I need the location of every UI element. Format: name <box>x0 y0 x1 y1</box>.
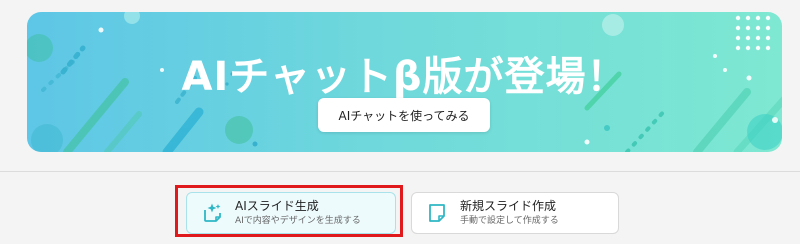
sparkle-document-icon <box>204 203 221 222</box>
try-ai-chat-button[interactable]: AIチャットを使ってみる <box>318 98 490 132</box>
section-divider <box>0 171 800 172</box>
banner-title: AIチャットβ版が登場！ <box>181 54 628 100</box>
ai-slide-generate-option[interactable]: AIスライド生成 AIで内容やデザインを生成する <box>186 192 396 234</box>
new-slide-create-option[interactable]: 新規スライド作成 手動で設定して作成する <box>411 192 619 234</box>
new-slide-create-subtitle: 手動で設定して作成する <box>460 215 559 226</box>
blank-document-icon <box>429 204 445 222</box>
ai-slide-generate-title: AIスライド生成 <box>235 198 319 213</box>
promo-banner[interactable]: AIチャットβ版が登場！ AIチャットを使ってみる <box>27 12 782 152</box>
ai-slide-generate-subtitle: AIで内容やデザインを生成する <box>235 215 361 226</box>
new-slide-create-title: 新規スライド作成 <box>460 198 557 213</box>
